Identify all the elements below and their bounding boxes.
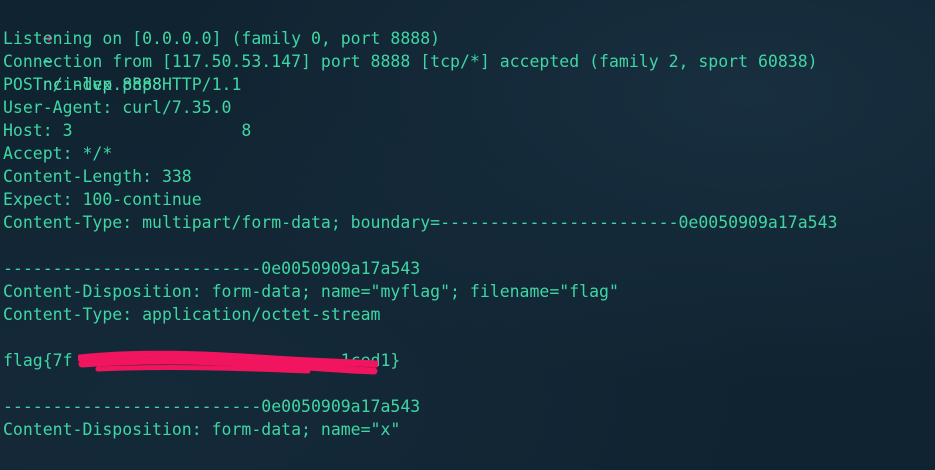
output-line-content-disposition-x: Content-Disposition: form-data; name="x": [3, 420, 401, 439]
output-line-content-disposition: Content-Disposition: form-data; name="my…: [3, 282, 619, 301]
output-line-request: POST /index.php HTTP/1.1: [3, 75, 242, 94]
output-line-expect: Expect: 100-continue: [3, 190, 202, 209]
output-line-boundary: --------------------------0e0050909a17a5…: [3, 259, 421, 278]
output-line-connection: Connection from [117.50.53.147] port 888…: [3, 52, 818, 71]
output-line-content-type-octet: Content-Type: application/octet-stream: [3, 305, 381, 324]
output-line-content-length: Content-Length: 338: [3, 167, 192, 186]
output-line-content-type: Content-Type: multipart/form-data; bound…: [3, 213, 838, 232]
output-line-host: Host: 3 8: [3, 121, 252, 140]
prompt-line: ➜ ~ nc -lvp 8888: [3, 4, 162, 94]
output-line-boundary: --------------------------0e0050909a17a5…: [3, 397, 421, 416]
terminal-window[interactable]: ➜ ~ nc -lvp 8888 Listening on [0.0.0.0] …: [0, 0, 935, 470]
output-line-accept: Accept: */*: [3, 144, 113, 163]
redaction-scribble: [78, 350, 378, 375]
output-line-listening: Listening on [0.0.0.0] (family 0, port 8…: [3, 29, 441, 48]
output-line-user-agent: User-Agent: curl/7.35.0: [3, 98, 232, 117]
